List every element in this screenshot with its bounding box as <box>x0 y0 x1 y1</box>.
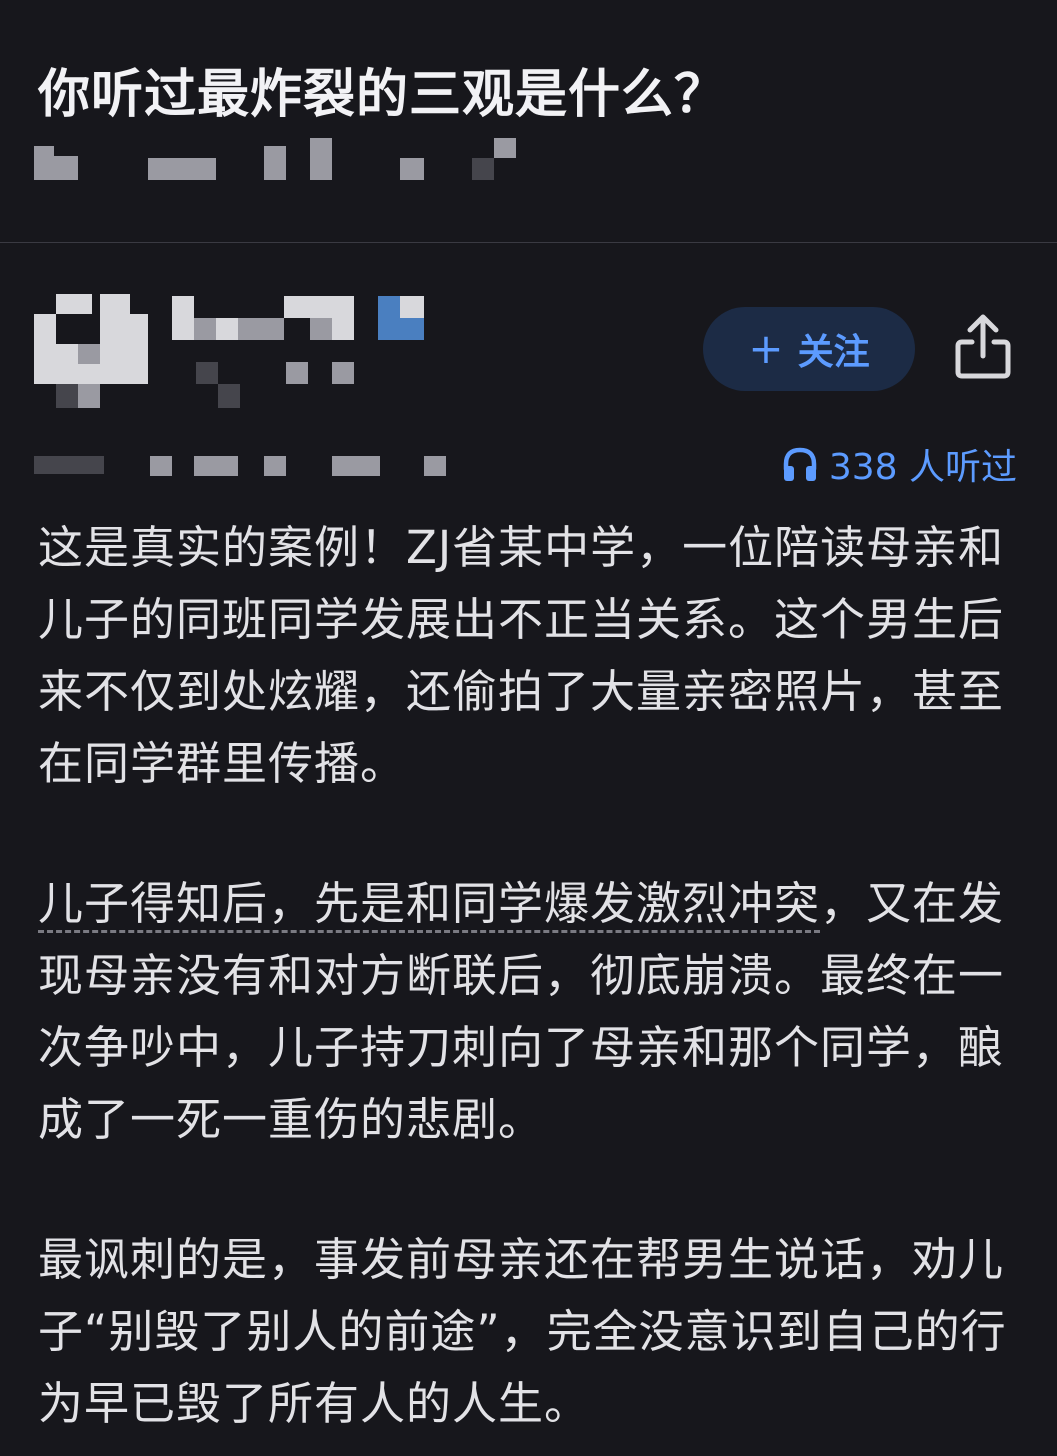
headphones-icon <box>783 447 817 481</box>
follow-button-label: 关注 <box>797 332 870 373</box>
follow-button[interactable]: + 关注 <box>703 307 915 391</box>
listen-count: 338 人听过 <box>781 440 1017 488</box>
answer-paragraph: 儿子得知后，先是和同学爆发激烈冲突，又在发现母亲没有和对方断联后，彻底崩溃。最终… <box>38 868 1028 1156</box>
answer-body: 这是真实的案例！ZJ省某中学，一位陪读母亲和儿子的同班同学发展出不正当关系。这个… <box>38 512 1028 1440</box>
listen-count-text: 338 人听过 <box>828 447 1017 488</box>
answer-paragraph: 这是真实的案例！ZJ省某中学，一位陪读母亲和儿子的同班同学发展出不正当关系。这个… <box>38 521 1005 790</box>
share-button[interactable] <box>950 312 1016 382</box>
question-title[interactable]: 你听过最炸裂的三观是什么？ <box>38 52 727 127</box>
plus-icon: + <box>748 324 784 373</box>
question-header: 你听过最炸裂的三观是什么？ <box>0 0 1057 243</box>
share-icon <box>955 314 1011 379</box>
highlighted-phrase-link[interactable]: 儿子得知后，先是和同学爆发激烈冲突 <box>38 877 821 933</box>
answer-paragraph: 最讽刺的是，事发前母亲还在帮男生说话，劝儿子“别毁了别人的前途”，完全没意识到自… <box>38 1233 1007 1430</box>
